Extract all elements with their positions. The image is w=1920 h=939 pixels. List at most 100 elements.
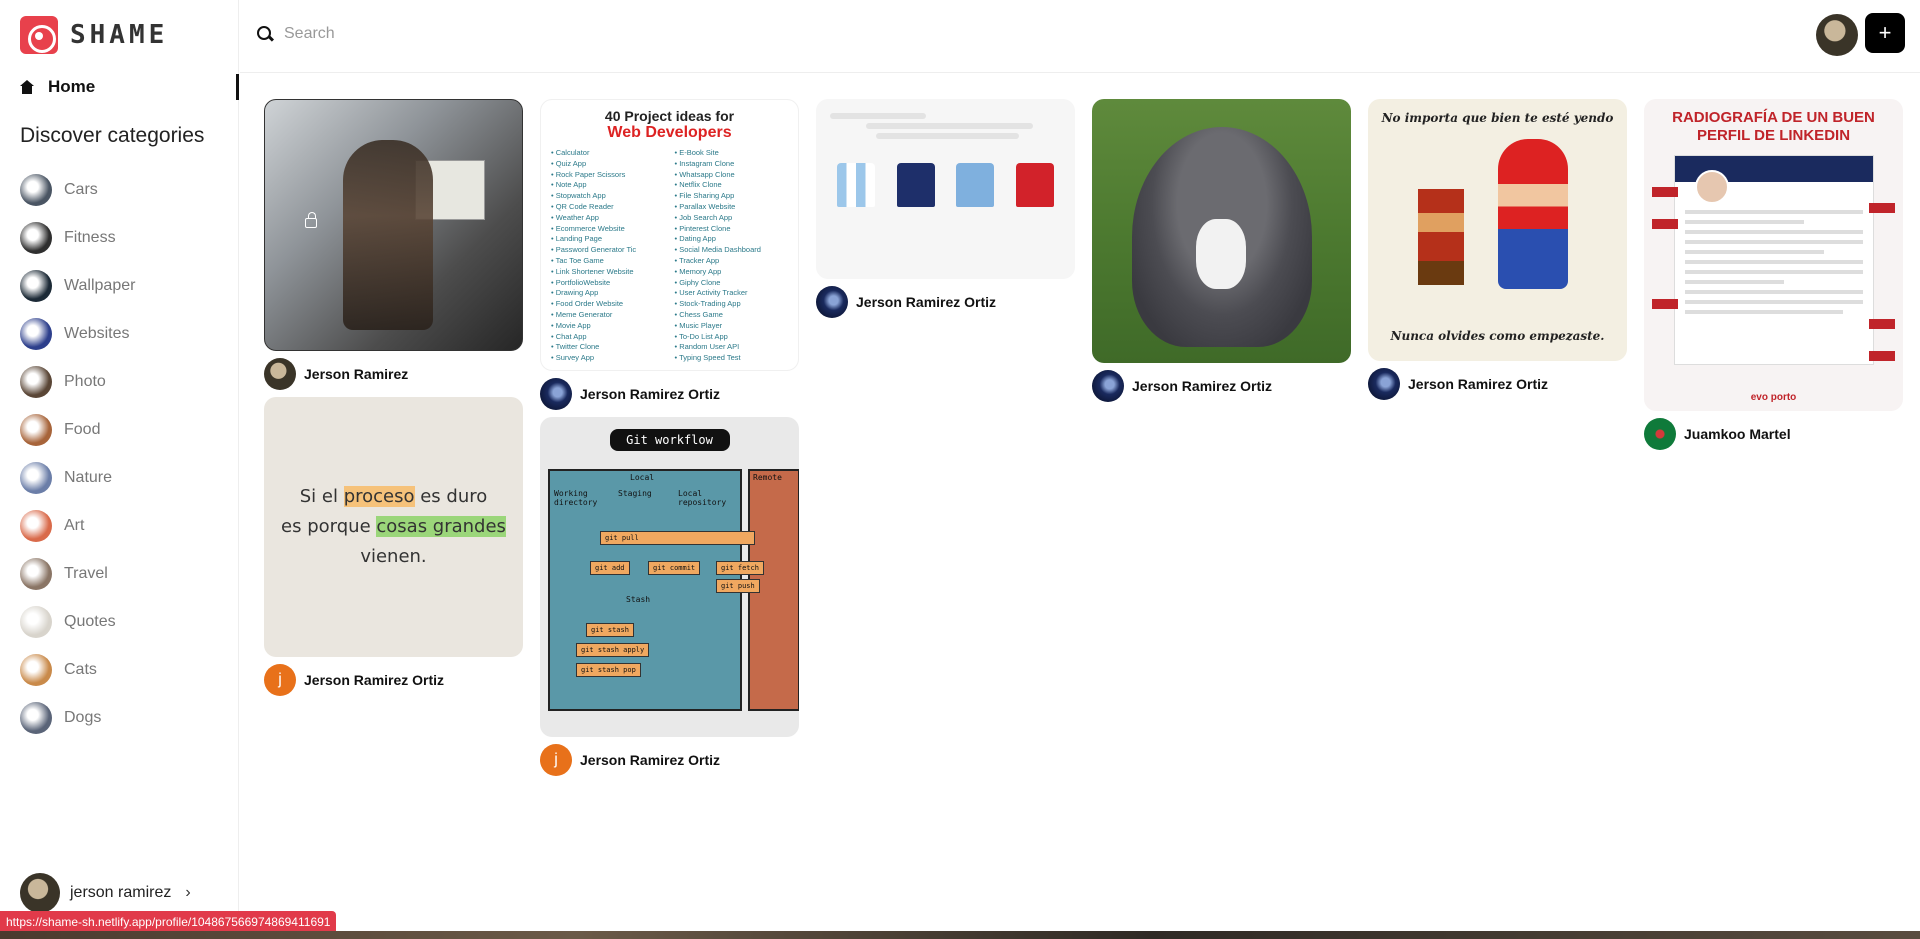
category-label: Food — [64, 421, 101, 438]
sidebar-profile-link[interactable]: jerson ramirez › — [20, 873, 191, 913]
sidebar-item-cars[interactable]: Cars — [20, 166, 135, 214]
sidebar-item-travel[interactable]: Travel — [20, 550, 135, 598]
pin-author[interactable]: Jerson Ramirez Ortiz — [1368, 365, 1627, 403]
camera-logo-icon — [20, 16, 58, 54]
sidebar-item-websites[interactable]: Websites — [20, 310, 135, 358]
git-diagram: Local Remote Working directory Staging L… — [548, 469, 799, 719]
linkedin-title: RADIOGRAFÍA DE UN BUEN PERFIL DE LINKEDI… — [1672, 109, 1875, 144]
author-name: Jerson Ramirez Ortiz — [1408, 376, 1549, 392]
pin-author[interactable]: Juamkoo Martel — [1644, 415, 1903, 453]
mario-caption-bottom: Nunca olvides como empezaste. — [1390, 329, 1605, 343]
pin-author[interactable]: j Jerson Ramirez Ortiz — [264, 661, 523, 699]
pixel-mario-figure — [1418, 189, 1464, 285]
pin-author[interactable]: j Jerson Ramirez Ortiz — [540, 741, 799, 779]
pin-image[interactable]: Git workflow Local Remote Working direct… — [540, 417, 799, 737]
pin-image[interactable]: Si el proceso es duro es porque cosas gr… — [264, 397, 523, 657]
category-label: Travel — [64, 565, 108, 582]
pin-image[interactable]: No importa que bien te esté yendo Nunca … — [1368, 99, 1627, 361]
list-item: • Dating App — [674, 234, 716, 244]
sidebar-item-photo[interactable]: Photo — [20, 358, 135, 406]
category-list: Cars Fitness Wallpaper Websites Photo Food Nat… — [20, 166, 135, 742]
list-item: • QR Code Reader — [551, 201, 614, 211]
pin-column: No importa que bien te esté yendo Nunca … — [1368, 99, 1627, 779]
pin-column: Jerson Ramirez Si el proceso es duro es … — [264, 99, 523, 779]
discover-categories-title: Discover categories — [20, 124, 205, 147]
list-item: • Memory App — [674, 266, 722, 276]
list-item: • Whatsapp Clone — [674, 169, 735, 179]
author-name: Jerson Ramirez Ortiz — [580, 752, 721, 768]
sidebar-item-dogs[interactable]: Dogs — [20, 694, 135, 742]
chevron-right-icon: › — [185, 884, 191, 901]
list-item: • Netflix Clone — [674, 180, 722, 190]
list-subtitle: Web Developers — [607, 124, 732, 141]
pin-image[interactable] — [1092, 99, 1351, 363]
create-pin-button[interactable]: + — [1865, 13, 1905, 53]
pin-image[interactable] — [816, 99, 1075, 279]
author-name: Juamkoo Martel — [1684, 426, 1791, 442]
list-column: • Calculator • Quiz App • Rock Paper Sciss… — [551, 148, 665, 364]
pin-author[interactable]: Jerson Ramirez — [264, 355, 523, 393]
pin-column: 40 Project ideas for Web Developers • Ca… — [540, 99, 799, 779]
mario-caption-top: No importa que bien te esté yendo — [1381, 111, 1614, 125]
author-avatar: j — [264, 664, 296, 696]
pin-author[interactable]: Jerson Ramirez Ortiz — [1092, 367, 1351, 405]
category-thumbnail — [20, 702, 52, 734]
sidebar-item-quotes[interactable]: Quotes — [20, 598, 135, 646]
pin-image[interactable]: 40 Project ideas for Web Developers • Ca… — [540, 99, 799, 371]
pin-image-figure — [343, 140, 433, 330]
sidebar-item-art[interactable]: Art — [20, 502, 135, 550]
category-label: Art — [64, 517, 85, 534]
app-logo[interactable]: SHAME — [20, 16, 168, 54]
sidebar-item-food[interactable]: Food — [20, 406, 135, 454]
list-item: • Landing Page — [551, 234, 603, 244]
brand-mark: evo porto — [1750, 392, 1797, 403]
pin-card[interactable]: Jerson Ramirez — [264, 99, 523, 393]
pin-card[interactable]: Jerson Ramirez Ortiz — [1092, 99, 1351, 405]
list-item: • Calculator — [551, 148, 590, 157]
list-item: • Music Player — [674, 320, 723, 330]
list-item: • Rock Paper Scissors — [551, 169, 626, 179]
pin-image[interactable] — [264, 99, 523, 351]
pin-image[interactable]: RADIOGRAFÍA DE UN BUEN PERFIL DE LINKEDI… — [1644, 99, 1903, 411]
mario-figure — [1498, 139, 1568, 289]
pin-card[interactable]: No importa que bien te esté yendo Nunca … — [1368, 99, 1627, 403]
pin-card[interactable]: 40 Project ideas for Web Developers • Ca… — [540, 99, 799, 413]
sidebar-item-fitness[interactable]: Fitness — [20, 214, 135, 262]
list-item: • Meme Generator — [551, 309, 613, 319]
sidebar-item-wallpaper[interactable]: Wallpaper — [20, 262, 135, 310]
list-item: • Drawing App — [551, 288, 599, 298]
pin-card[interactable]: Jerson Ramirez Ortiz — [816, 99, 1075, 321]
user-avatar[interactable] — [1816, 14, 1858, 56]
category-label: Fitness — [64, 229, 116, 246]
author-name: Jerson Ramirez Ortiz — [856, 294, 997, 310]
list-item: • Twitter Clone — [551, 342, 600, 352]
list-item: • Stock-Trading App — [674, 299, 741, 309]
list-item: • E-Book Site — [674, 148, 719, 157]
author-avatar — [1368, 368, 1400, 400]
nav-home[interactable]: Home — [20, 74, 239, 100]
category-thumbnail — [20, 270, 52, 302]
author-name: Jerson Ramirez Ortiz — [1132, 378, 1273, 394]
search-icon — [257, 26, 274, 43]
pin-card[interactable]: Git workflow Local Remote Working direct… — [540, 417, 799, 779]
pin-author[interactable]: Jerson Ramirez Ortiz — [816, 283, 1075, 321]
pin-card[interactable]: RADIOGRAFÍA DE UN BUEN PERFIL DE LINKEDI… — [1644, 99, 1903, 453]
sidebar-item-nature[interactable]: Nature — [20, 454, 135, 502]
jersey-thumbnails — [826, 163, 1065, 207]
list-item: • Tracker App — [674, 255, 720, 265]
list-item: • File Sharing App — [674, 191, 735, 201]
list-item: • Quiz App — [551, 158, 587, 168]
top-bar: + — [240, 0, 1920, 73]
pin-card[interactable]: Si el proceso es duro es porque cosas gr… — [264, 397, 523, 699]
nav-home-label: Home — [48, 77, 96, 96]
sidebar: SHAME Home Discover categories Cars Fitne… — [0, 0, 239, 939]
sidebar-item-cats[interactable]: Cats — [20, 646, 135, 694]
category-thumbnail — [20, 558, 52, 590]
category-label: Cars — [64, 181, 98, 198]
search-input[interactable] — [284, 20, 884, 48]
app-name: SHAME — [70, 20, 169, 50]
list-item: • To-Do List App — [674, 331, 728, 341]
profile-avatar — [20, 873, 60, 913]
list-column: • E-Book Site • Instagram Clone • Whatsapp… — [675, 148, 789, 364]
pin-author[interactable]: Jerson Ramirez Ortiz — [540, 375, 799, 413]
